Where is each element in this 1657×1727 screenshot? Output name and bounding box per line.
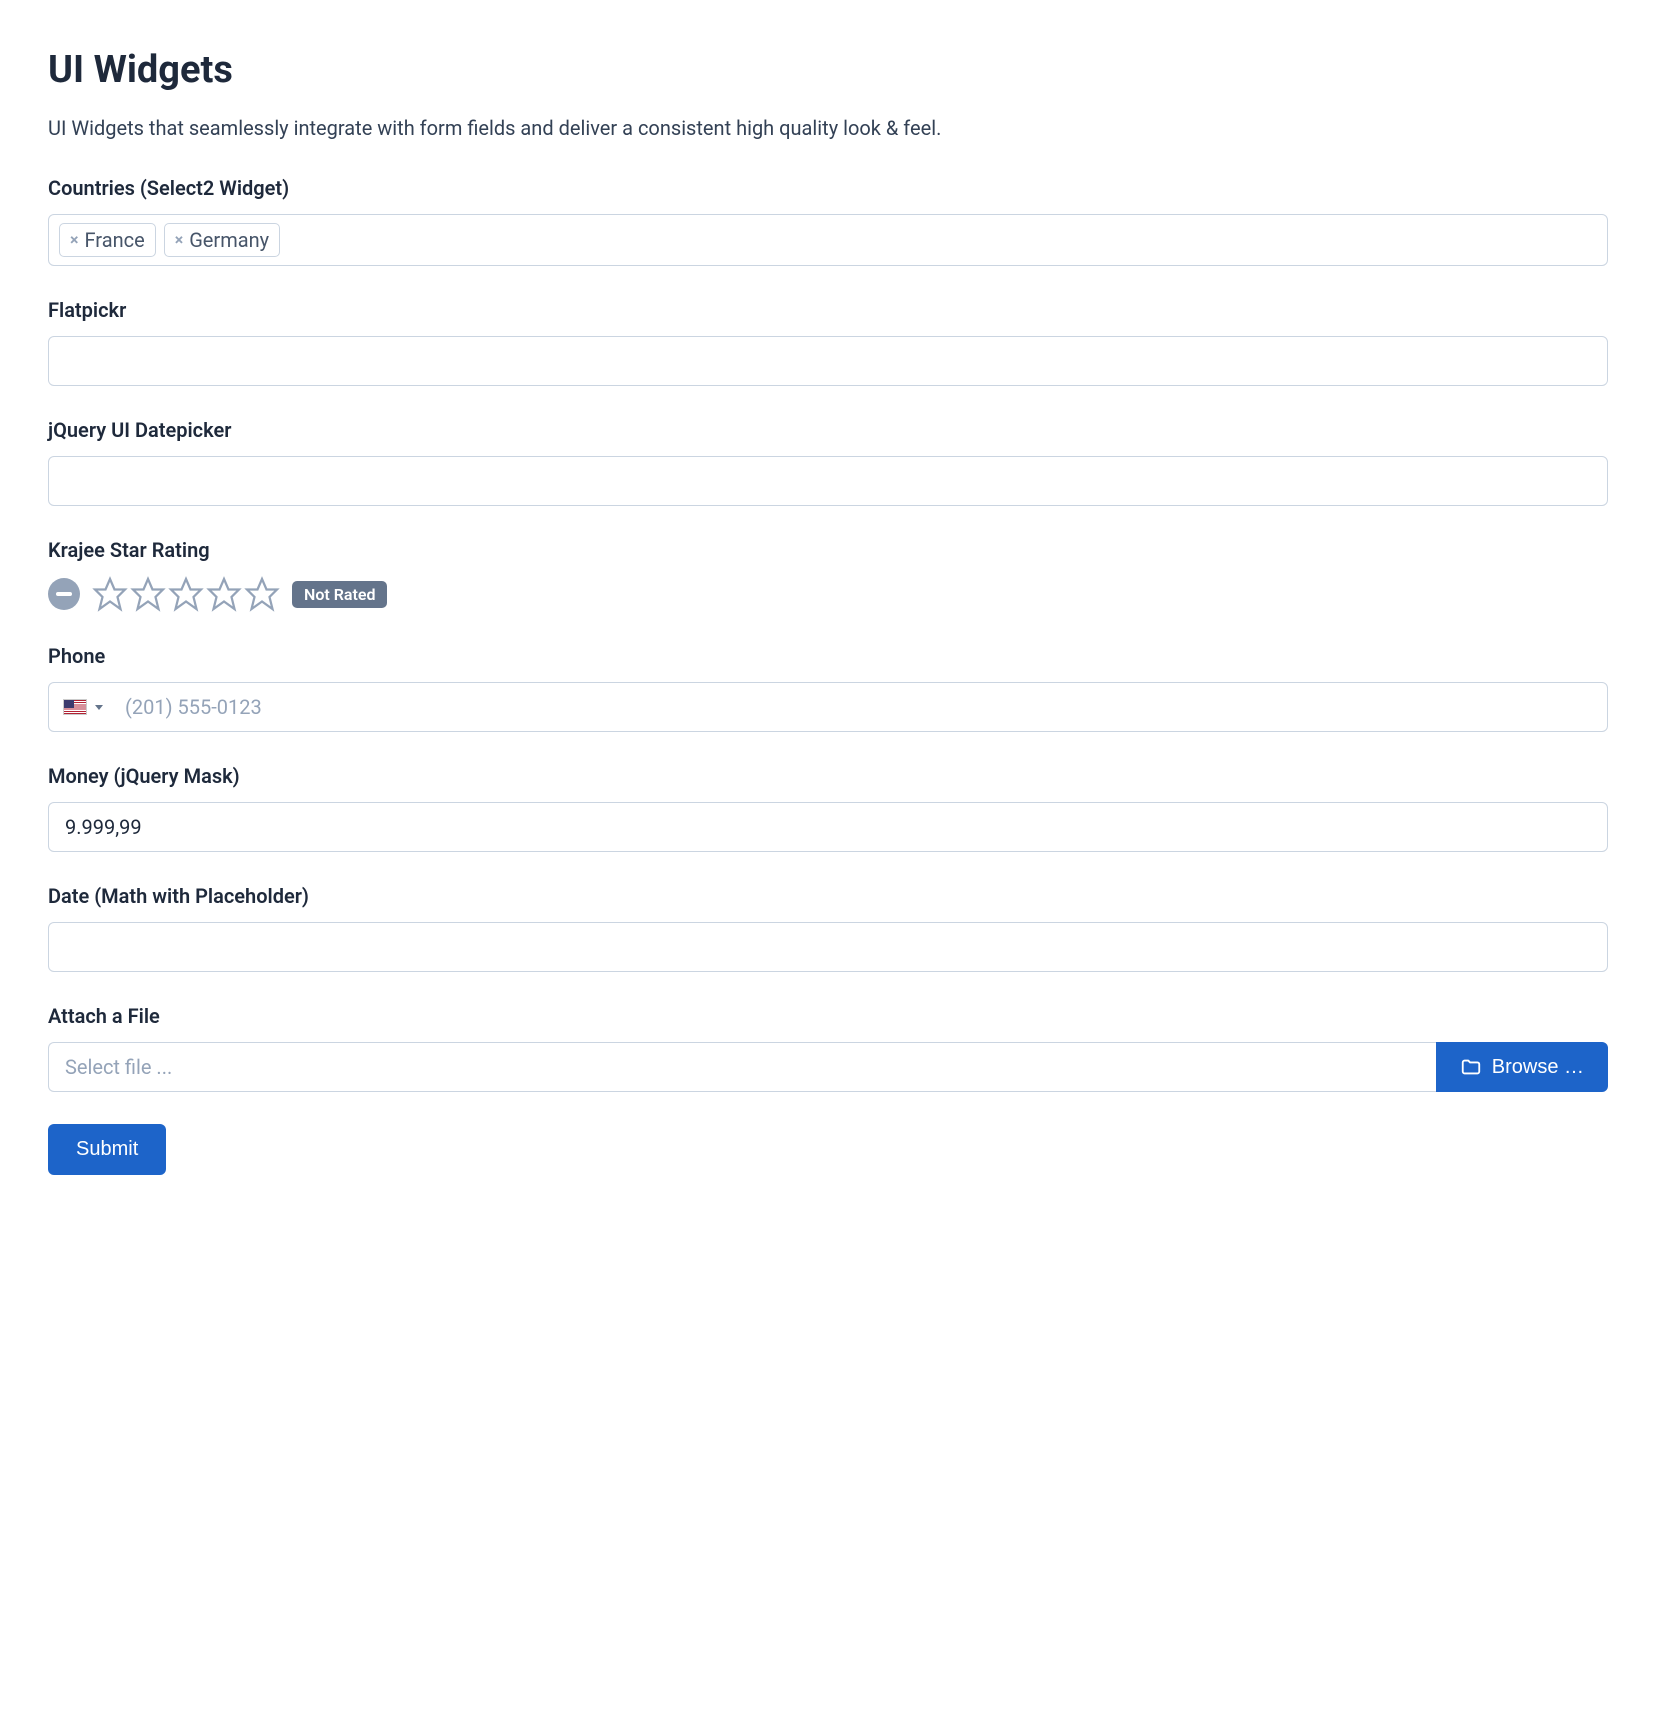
date-math-input[interactable] (48, 922, 1608, 972)
countries-label: Countries (Select2 Widget) (48, 176, 1608, 200)
country-tag-label: Germany (189, 228, 269, 252)
submit-button[interactable]: Submit (48, 1124, 166, 1175)
folder-icon (1460, 1056, 1482, 1078)
date-math-label: Date (Math with Placeholder) (48, 884, 1608, 908)
phone-label: Phone (48, 644, 1608, 668)
country-tag-label: France (85, 228, 145, 252)
country-tag: × France (59, 223, 156, 257)
country-tag: × Germany (164, 223, 280, 257)
stars-container (92, 576, 280, 612)
country-code-select[interactable] (49, 687, 117, 727)
star-icon[interactable] (206, 576, 242, 612)
star-rating-field: Krajee Star Rating Not Rated (48, 538, 1608, 612)
star-icon[interactable] (244, 576, 280, 612)
browse-button-label: Browse … (1492, 1056, 1584, 1079)
file-label: Attach a File (48, 1004, 1608, 1028)
money-input[interactable] (48, 802, 1608, 852)
money-label: Money (jQuery Mask) (48, 764, 1608, 788)
clear-rating-button[interactable] (48, 578, 80, 610)
phone-input[interactable] (117, 683, 1607, 731)
file-input[interactable]: Select file ... (48, 1042, 1436, 1092)
page-subtitle: UI Widgets that seamlessly integrate wit… (48, 116, 1608, 140)
jquery-datepicker-field: jQuery UI Datepicker (48, 418, 1608, 506)
rating-badge: Not Rated (292, 581, 387, 608)
page-title: UI Widgets (48, 48, 1608, 92)
money-field: Money (jQuery Mask) (48, 764, 1608, 852)
star-icon[interactable] (92, 576, 128, 612)
star-icon[interactable] (168, 576, 204, 612)
countries-field: Countries (Select2 Widget) × France × Ge… (48, 176, 1608, 266)
star-rating-label: Krajee Star Rating (48, 538, 1608, 562)
flatpickr-field: Flatpickr (48, 298, 1608, 386)
star-icon[interactable] (130, 576, 166, 612)
date-math-field: Date (Math with Placeholder) (48, 884, 1608, 972)
flatpickr-label: Flatpickr (48, 298, 1608, 322)
flatpickr-input[interactable] (48, 336, 1608, 386)
jquery-datepicker-input[interactable] (48, 456, 1608, 506)
phone-field: Phone (48, 644, 1608, 732)
chevron-down-icon (95, 705, 103, 710)
browse-button[interactable]: Browse … (1436, 1042, 1608, 1092)
countries-select[interactable]: × France × Germany (48, 214, 1608, 266)
jquery-datepicker-label: jQuery UI Datepicker (48, 418, 1608, 442)
file-field: Attach a File Select file ... Browse … (48, 1004, 1608, 1092)
us-flag-icon (63, 699, 87, 715)
close-icon[interactable]: × (70, 232, 79, 248)
minus-icon (56, 592, 72, 596)
close-icon[interactable]: × (175, 232, 184, 248)
